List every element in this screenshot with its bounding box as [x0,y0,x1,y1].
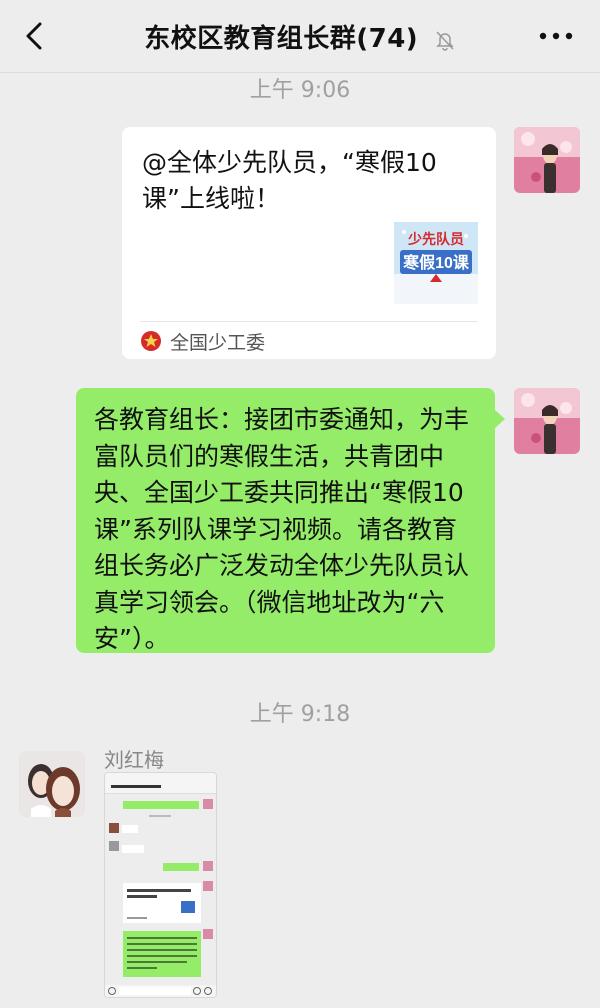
timestamp: 上午 9:06 [249,78,351,103]
thumb-text-line2: 寒假10课 [402,253,470,272]
thumb-text-line1: 少先队员 [407,231,464,247]
image-message[interactable] [104,772,217,998]
bell-muted-icon [435,30,454,51]
timestamp: 上午 9:18 [249,702,351,727]
chat-title: 东校区教育组长群(74) [144,24,419,54]
sender-name: 刘红梅 [104,748,164,772]
chat-screenshot-image [105,773,216,997]
avatar[interactable] [19,751,85,817]
chat-title-wrap: 东校区教育组长群(74) [0,18,600,55]
more-dots-icon[interactable] [538,30,574,42]
link-card-message[interactable]: @全体少先队员，“寒假10课”上线啦！ 少先队员 寒假10课 全国少工委 [122,127,496,359]
card-divider [140,321,478,322]
card-source: 全国少工委 [170,332,266,354]
card-title: @全体少先队员，“寒假10课”上线啦！ [142,148,437,213]
text-message-bubble[interactable]: 各教育组长：接团市委通知，为丰富队员们的寒假生活，共青团中央、全国少工委共同推出… [76,388,505,653]
avatar[interactable] [514,127,580,193]
card-thumbnail-image: 少先队员 寒假10课 [394,222,478,304]
avatar[interactable] [514,388,580,454]
young-pioneers-logo-icon [141,331,161,351]
chat-header: 东校区教育组长群(74) [0,0,600,73]
